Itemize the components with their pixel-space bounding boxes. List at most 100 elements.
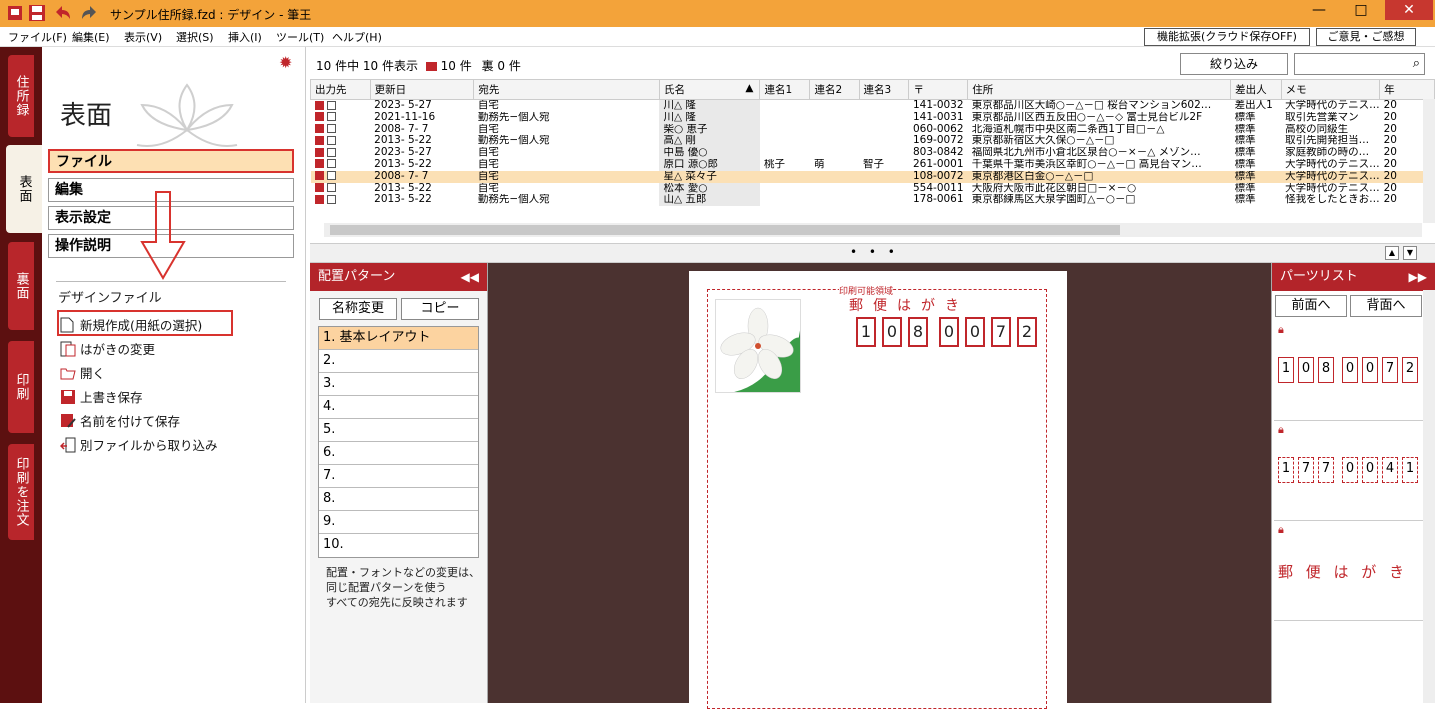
col-year[interactable]: 年 xyxy=(1379,79,1435,100)
close-button[interactable]: ✕ xyxy=(1385,0,1433,20)
col-updated[interactable]: 更新日 xyxy=(369,79,475,100)
output-cell[interactable] xyxy=(311,183,371,195)
change-postcard-item[interactable]: はがきの変更 xyxy=(60,339,155,358)
table-row[interactable]: 2023- 5-27 自宅 中島 優○ 803-0842 福岡県北九州市小倉北区泉台○－… xyxy=(311,147,1435,159)
output-cell[interactable] xyxy=(311,135,371,147)
menu-tools[interactable]: ツール(T) xyxy=(276,29,324,45)
minimize-button[interactable]: — xyxy=(1298,0,1340,20)
table-row[interactable]: 2013- 5-22 勤務先−個人宛 山△ 五郎 178-0061 東京都練馬区大泉学園… xyxy=(311,194,1435,207)
bring-front-button[interactable]: 前面へ xyxy=(1275,295,1347,317)
splitter-up-button[interactable]: ▲ xyxy=(1385,246,1399,260)
lock-icon[interactable]: 🔒︎ xyxy=(1278,323,1284,337)
open-item[interactable]: 開く xyxy=(60,363,105,382)
pattern-item[interactable]: 10. xyxy=(319,534,478,557)
pattern-item[interactable]: 9. xyxy=(319,511,478,534)
menu-insert[interactable]: 挿入(I) xyxy=(228,29,262,45)
pattern-item[interactable]: 3. xyxy=(319,373,478,396)
lock-icon[interactable]: 🔒︎ xyxy=(1278,523,1284,537)
part-item-zip[interactable]: 🔒︎ 1 0 8 0 0 7 2 xyxy=(1274,321,1424,421)
output-cell[interactable] xyxy=(311,159,371,171)
rename-button[interactable]: 名称変更 xyxy=(319,298,397,320)
col-sender[interactable]: 差出人 xyxy=(1230,79,1282,100)
expand-right-icon[interactable]: ▶▶ xyxy=(1409,263,1427,291)
col-address[interactable]: 住所 xyxy=(967,79,1232,100)
table-row[interactable]: 2013- 5-22 自宅 原口 源○郎 桃子 萌 智子 261-0001 千葉県千葉市美浜区… xyxy=(311,158,1435,171)
row-checkbox[interactable] xyxy=(326,100,336,110)
gear-icon[interactable]: ✹ xyxy=(279,53,292,72)
output-cell[interactable] xyxy=(310,170,371,183)
pane-splitter[interactable]: • • • ▲ ▼ xyxy=(310,243,1435,263)
row-checkbox[interactable] xyxy=(326,147,336,157)
filter-button[interactable]: 絞り込み xyxy=(1180,53,1288,75)
output-cell[interactable] xyxy=(311,194,371,206)
splitter-down-button[interactable]: ▼ xyxy=(1403,246,1417,260)
menu-help[interactable]: ヘルプ(H) xyxy=(332,29,382,45)
menu-edit[interactable]: 編集(E) xyxy=(72,29,110,45)
menu-select[interactable]: 選択(S) xyxy=(176,29,214,45)
import-item[interactable]: 別ファイルから取り込み xyxy=(59,435,218,454)
send-back-button[interactable]: 背面へ xyxy=(1350,295,1422,317)
output-cell[interactable] xyxy=(311,100,371,112)
part-item-sender-zip[interactable]: 🔒︎ 1 7 7 0 0 4 1 xyxy=(1274,421,1424,521)
col-joint1[interactable]: 連名1 xyxy=(759,79,811,100)
parts-vertical-scrollbar[interactable] xyxy=(1423,290,1435,703)
pattern-item[interactable]: 5. xyxy=(319,419,478,442)
row-checkbox[interactable] xyxy=(326,112,336,122)
maximize-button[interactable]: □ xyxy=(1340,0,1382,20)
table-row[interactable]: 2023- 5-27 自宅 川△ 隆 141-0032 東京都品川区大崎○－△－□ 桜台… xyxy=(311,99,1435,112)
pattern-item[interactable]: 1. 基本レイアウト xyxy=(319,327,478,350)
col-destination[interactable]: 宛先 xyxy=(473,79,660,100)
col-output[interactable]: 出力先 xyxy=(310,79,371,100)
pattern-item[interactable]: 7. xyxy=(319,465,478,488)
tab-front[interactable]: 表面 xyxy=(6,145,42,233)
table-row[interactable]: 2008- 7- 7 自宅 星△ 菜々子 108-0072 東京都港区白金○－△－□ 標準… xyxy=(310,170,1435,183)
nav-file[interactable]: ファイル xyxy=(48,149,294,173)
output-cell[interactable] xyxy=(311,112,371,124)
table-row[interactable]: 2013- 5-22 勤務先−個人宛 高△ 剛 169-0072 東京都新宿区大久保○－… xyxy=(311,135,1435,148)
row-checkbox[interactable] xyxy=(326,194,336,204)
stamp-image[interactable] xyxy=(715,299,801,393)
list-horizontal-scrollbar[interactable] xyxy=(324,223,1422,237)
col-zip[interactable]: 〒 xyxy=(908,79,969,100)
col-name[interactable]: 氏名 ▲ xyxy=(658,79,761,100)
pattern-item[interactable]: 4. xyxy=(319,396,478,419)
save-as-item[interactable]: 名前を付けて保存 xyxy=(60,411,180,430)
search-input[interactable]: ⌕ xyxy=(1294,53,1425,75)
undo-icon[interactable] xyxy=(54,4,72,22)
overwrite-save-item[interactable]: 上書き保存 xyxy=(60,387,143,406)
row-checkbox[interactable] xyxy=(326,159,336,169)
collapse-left-icon[interactable]: ◀◀ xyxy=(461,263,479,291)
row-checkbox[interactable] xyxy=(326,135,336,145)
feedback-button[interactable]: ご意見・ご感想 xyxy=(1316,28,1416,46)
table-row[interactable]: 2008- 7- 7 自宅 柴○ 恵子 060-0062 北海道札幌市中央区南二条西1丁… xyxy=(311,123,1435,136)
design-canvas[interactable]: 印刷可能領域 郵便はがき 1 0 8 0 0 7 2 xyxy=(488,263,1271,709)
table-row[interactable]: 2013- 5-22 自宅 松本 愛○ 554-0011 大阪府大阪市此花区朝日□－×－… xyxy=(311,182,1435,195)
extension-button[interactable]: 機能拡張(クラウド保存OFF) xyxy=(1144,28,1310,46)
save-icon[interactable] xyxy=(28,4,46,22)
pattern-item[interactable]: 6. xyxy=(319,442,478,465)
tab-address-book[interactable]: 住所録 xyxy=(8,55,34,137)
row-checkbox[interactable] xyxy=(326,171,336,181)
copy-button[interactable]: コピー xyxy=(401,298,479,320)
part-item-postcard-title[interactable]: 🔒︎ 郵 便 は が き xyxy=(1274,521,1424,621)
output-cell[interactable] xyxy=(311,124,371,136)
postcard-preview[interactable]: 印刷可能領域 郵便はがき 1 0 8 0 0 7 2 xyxy=(689,271,1067,709)
tab-order-print[interactable]: 印刷を注文 xyxy=(8,444,34,540)
menu-file[interactable]: ファイル(F) xyxy=(8,29,67,45)
tab-print[interactable]: 印刷 xyxy=(8,341,34,433)
col-memo[interactable]: メモ xyxy=(1280,79,1381,100)
output-cell[interactable] xyxy=(311,147,371,159)
pattern-item[interactable]: 2. xyxy=(319,350,478,373)
new-file-item[interactable]: 新規作成(用紙の選択) xyxy=(60,315,202,334)
col-joint3[interactable]: 連名3 xyxy=(858,79,910,100)
row-checkbox[interactable] xyxy=(326,124,336,134)
tab-back[interactable]: 裏面 xyxy=(8,242,34,330)
redo-icon[interactable] xyxy=(78,4,96,22)
horizontal-scroll-thumb[interactable] xyxy=(330,225,1120,235)
pattern-item[interactable]: 8. xyxy=(319,488,478,511)
search-icon[interactable]: ⌕ xyxy=(1413,56,1420,71)
table-row[interactable]: 2021-11-16 勤務先−個人宛 川△ 隆 141-0031 東京都品川区西五反田○… xyxy=(311,111,1435,124)
menu-view[interactable]: 表示(V) xyxy=(124,29,162,45)
lock-icon[interactable]: 🔒︎ xyxy=(1278,423,1284,437)
list-vertical-scrollbar[interactable] xyxy=(1423,99,1435,223)
